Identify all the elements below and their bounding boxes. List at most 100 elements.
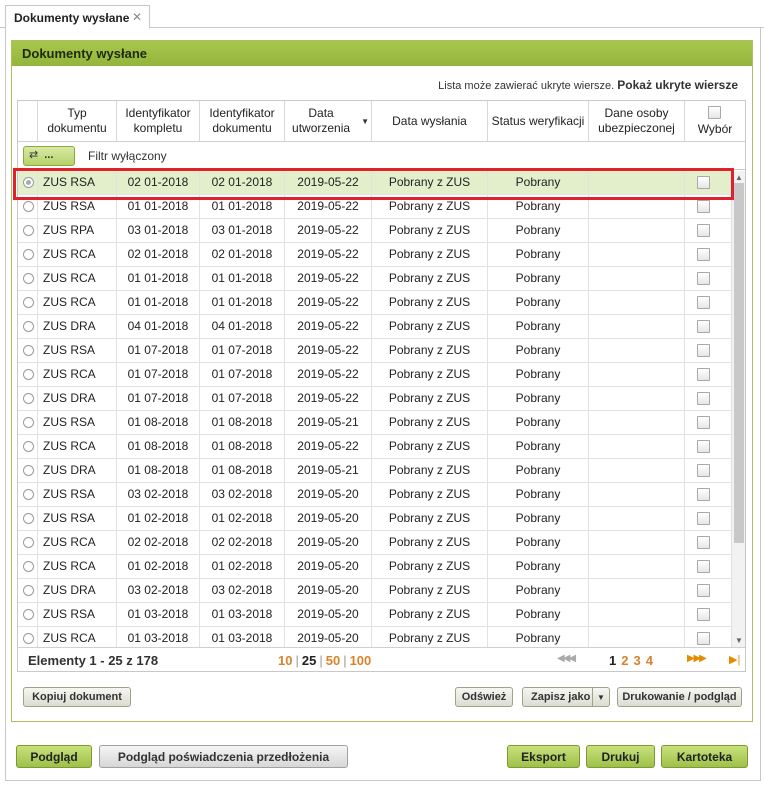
row-select-checkbox[interactable] bbox=[697, 488, 710, 501]
table-row[interactable]: ZUS DRA 04 01-2018 04 01-2018 2019-05-22 Pob… bbox=[18, 315, 731, 339]
table-row[interactable]: ZUS RCA 02 01-2018 02 01-2018 2019-05-22 Pob… bbox=[18, 243, 731, 267]
header-status-weryfikacji[interactable]: Status weryfikacji bbox=[488, 101, 589, 141]
table-row[interactable]: ZUS RCA 01 01-2018 01 01-2018 2019-05-22 Pob… bbox=[18, 267, 731, 291]
page-link[interactable]: 1 bbox=[609, 653, 616, 668]
row-select-checkbox[interactable] bbox=[697, 560, 710, 573]
row-radio[interactable] bbox=[23, 609, 34, 620]
row-radio[interactable] bbox=[23, 297, 34, 308]
table-row[interactable]: ZUS RCA 01 01-2018 01 01-2018 2019-05-22 Pob… bbox=[18, 291, 731, 315]
row-select-checkbox[interactable] bbox=[697, 392, 710, 405]
table-row[interactable]: ZUS RCA 01 08-2018 01 08-2018 2019-05-22 Pob… bbox=[18, 435, 731, 459]
close-icon[interactable]: ✕ bbox=[132, 10, 142, 24]
table-row[interactable]: ZUS RSA 01 02-2018 01 02-2018 2019-05-20 Pob… bbox=[18, 507, 731, 531]
row-radio[interactable] bbox=[23, 273, 34, 284]
table-row[interactable]: ZUS RSA 01 07-2018 01 07-2018 2019-05-22 Pob… bbox=[18, 339, 731, 363]
header-data-utworzenia[interactable]: Data utworzenia ▼ bbox=[285, 101, 372, 141]
table-row[interactable]: ZUS RCA 01 07-2018 01 07-2018 2019-05-22 Pob… bbox=[18, 363, 731, 387]
row-select-checkbox[interactable] bbox=[697, 224, 710, 237]
page-link[interactable]: 3 bbox=[633, 653, 640, 668]
print-button[interactable]: Drukuj bbox=[586, 745, 655, 768]
row-select-checkbox[interactable] bbox=[697, 632, 710, 645]
page-link[interactable]: 2 bbox=[621, 653, 628, 668]
row-radio[interactable] bbox=[23, 345, 34, 356]
row-select-checkbox[interactable] bbox=[697, 176, 710, 189]
export-button[interactable]: Eksport bbox=[507, 745, 580, 768]
cell-data-wyslania: Pobrany z ZUS bbox=[372, 291, 488, 314]
row-select-checkbox[interactable] bbox=[697, 368, 710, 381]
header-dane-osoby[interactable]: Dane osoby ubezpieczonej bbox=[589, 101, 685, 141]
table-row[interactable]: ZUS RCA 02 02-2018 02 02-2018 2019-05-20 Pob… bbox=[18, 531, 731, 555]
row-select-checkbox[interactable] bbox=[697, 584, 710, 597]
page-size-option[interactable]: 100 bbox=[350, 653, 372, 668]
page-size-option[interactable]: 25 bbox=[302, 653, 316, 668]
row-radio[interactable] bbox=[23, 177, 34, 188]
row-select-checkbox[interactable] bbox=[697, 296, 710, 309]
row-radio[interactable] bbox=[23, 225, 34, 236]
table-row[interactable]: ZUS RCA 01 03-2018 01 03-2018 2019-05-20 Pob… bbox=[18, 627, 731, 647]
go-end-icon[interactable]: ▶| bbox=[729, 653, 740, 666]
row-radio[interactable] bbox=[23, 465, 34, 476]
header-identyfikator-kompletu[interactable]: Identyfikator kompletu bbox=[117, 101, 200, 141]
row-radio[interactable] bbox=[23, 201, 34, 212]
tab-dokumenty-wyslane[interactable]: Dokumenty wysłane ✕ bbox=[5, 5, 150, 29]
table-row[interactable]: ZUS RSA 02 01-2018 02 01-2018 2019-05-22 Pob… bbox=[18, 171, 731, 195]
row-select-checkbox[interactable] bbox=[697, 608, 710, 621]
preview-confirmation-button[interactable]: Podgląd poświadczenia przedłożenia bbox=[99, 745, 348, 768]
page-size-option[interactable]: 10 bbox=[278, 653, 292, 668]
header-data-wyslania[interactable]: Data wysłania bbox=[372, 101, 488, 141]
table-row[interactable]: ZUS DRA 01 08-2018 01 08-2018 2019-05-21 Pob… bbox=[18, 459, 731, 483]
chevron-down-icon[interactable]: ▼ bbox=[592, 688, 609, 706]
row-radio[interactable] bbox=[23, 441, 34, 452]
scroll-up-icon[interactable]: ▲ bbox=[735, 173, 743, 182]
preview-button[interactable]: Podgląd bbox=[16, 745, 92, 768]
table-row[interactable]: ZUS DRA 03 02-2018 03 02-2018 2019-05-20 Pob… bbox=[18, 579, 731, 603]
page-link[interactable]: 4 bbox=[646, 653, 653, 668]
table-row[interactable]: ZUS DRA 01 07-2018 01 07-2018 2019-05-22 Pob… bbox=[18, 387, 731, 411]
row-select-checkbox[interactable] bbox=[697, 536, 710, 549]
refresh-button[interactable]: Odśwież bbox=[455, 687, 513, 707]
row-radio[interactable] bbox=[23, 393, 34, 404]
header-typ-dokumentu[interactable]: Typ dokumentu bbox=[38, 101, 117, 141]
row-radio[interactable] bbox=[23, 369, 34, 380]
first-prev-page-icon[interactable]: ◀◀◀ bbox=[557, 653, 576, 664]
row-select-checkbox[interactable] bbox=[697, 464, 710, 477]
table-row[interactable]: ZUS RSA 01 01-2018 01 01-2018 2019-05-22 Pob… bbox=[18, 195, 731, 219]
row-radio[interactable] bbox=[23, 537, 34, 548]
cell-wybor bbox=[685, 435, 731, 458]
row-radio[interactable] bbox=[23, 585, 34, 596]
table-row[interactable]: ZUS RSA 01 03-2018 01 03-2018 2019-05-20 Pob… bbox=[18, 603, 731, 627]
select-all-checkbox[interactable] bbox=[708, 105, 722, 119]
row-select-checkbox[interactable] bbox=[697, 440, 710, 453]
row-select-checkbox[interactable] bbox=[697, 320, 710, 333]
scroll-thumb[interactable] bbox=[734, 183, 744, 543]
filter-button[interactable]: ⇄... bbox=[23, 146, 75, 166]
page-size-option[interactable]: 50 bbox=[326, 653, 340, 668]
vertical-scrollbar[interactable]: ▲ ▼ bbox=[731, 171, 745, 647]
row-select-checkbox[interactable] bbox=[697, 272, 710, 285]
table-row[interactable]: ZUS RSA 03 02-2018 03 02-2018 2019-05-20 Pob… bbox=[18, 483, 731, 507]
row-radio[interactable] bbox=[23, 633, 34, 644]
scroll-down-icon[interactable]: ▼ bbox=[735, 636, 743, 645]
table-row[interactable]: ZUS RSA 01 08-2018 01 08-2018 2019-05-21 Pob… bbox=[18, 411, 731, 435]
print-preview-button[interactable]: Drukowanie / podgląd bbox=[617, 687, 742, 707]
show-hidden-rows-link[interactable]: Pokaż ukryte wiersze bbox=[617, 78, 738, 92]
row-radio[interactable] bbox=[23, 417, 34, 428]
row-radio[interactable] bbox=[23, 249, 34, 260]
table-row[interactable]: ZUS RCA 01 02-2018 01 02-2018 2019-05-20 Pob… bbox=[18, 555, 731, 579]
copy-document-button[interactable]: Kopiuj dokument bbox=[23, 687, 131, 707]
row-select-checkbox[interactable] bbox=[697, 344, 710, 357]
row-select-checkbox[interactable] bbox=[697, 512, 710, 525]
row-radio[interactable] bbox=[23, 513, 34, 524]
row-radio[interactable] bbox=[23, 489, 34, 500]
row-radio[interactable] bbox=[23, 561, 34, 572]
row-select-checkbox[interactable] bbox=[697, 200, 710, 213]
cell-typ-dokumentu: ZUS RSA bbox=[38, 507, 117, 530]
row-select-checkbox[interactable] bbox=[697, 248, 710, 261]
next-last-page-icon[interactable]: ▶ ▶▶ bbox=[687, 653, 707, 664]
card-button[interactable]: Kartoteka bbox=[661, 745, 748, 768]
header-identyfikator-dokumentu[interactable]: Identyfikator dokumentu bbox=[200, 101, 285, 141]
save-as-button[interactable]: Zapisz jako ▼ bbox=[522, 687, 610, 707]
table-row[interactable]: ZUS RPA 03 01-2018 03 01-2018 2019-05-22 Pob… bbox=[18, 219, 731, 243]
row-radio[interactable] bbox=[23, 321, 34, 332]
row-select-checkbox[interactable] bbox=[697, 416, 710, 429]
